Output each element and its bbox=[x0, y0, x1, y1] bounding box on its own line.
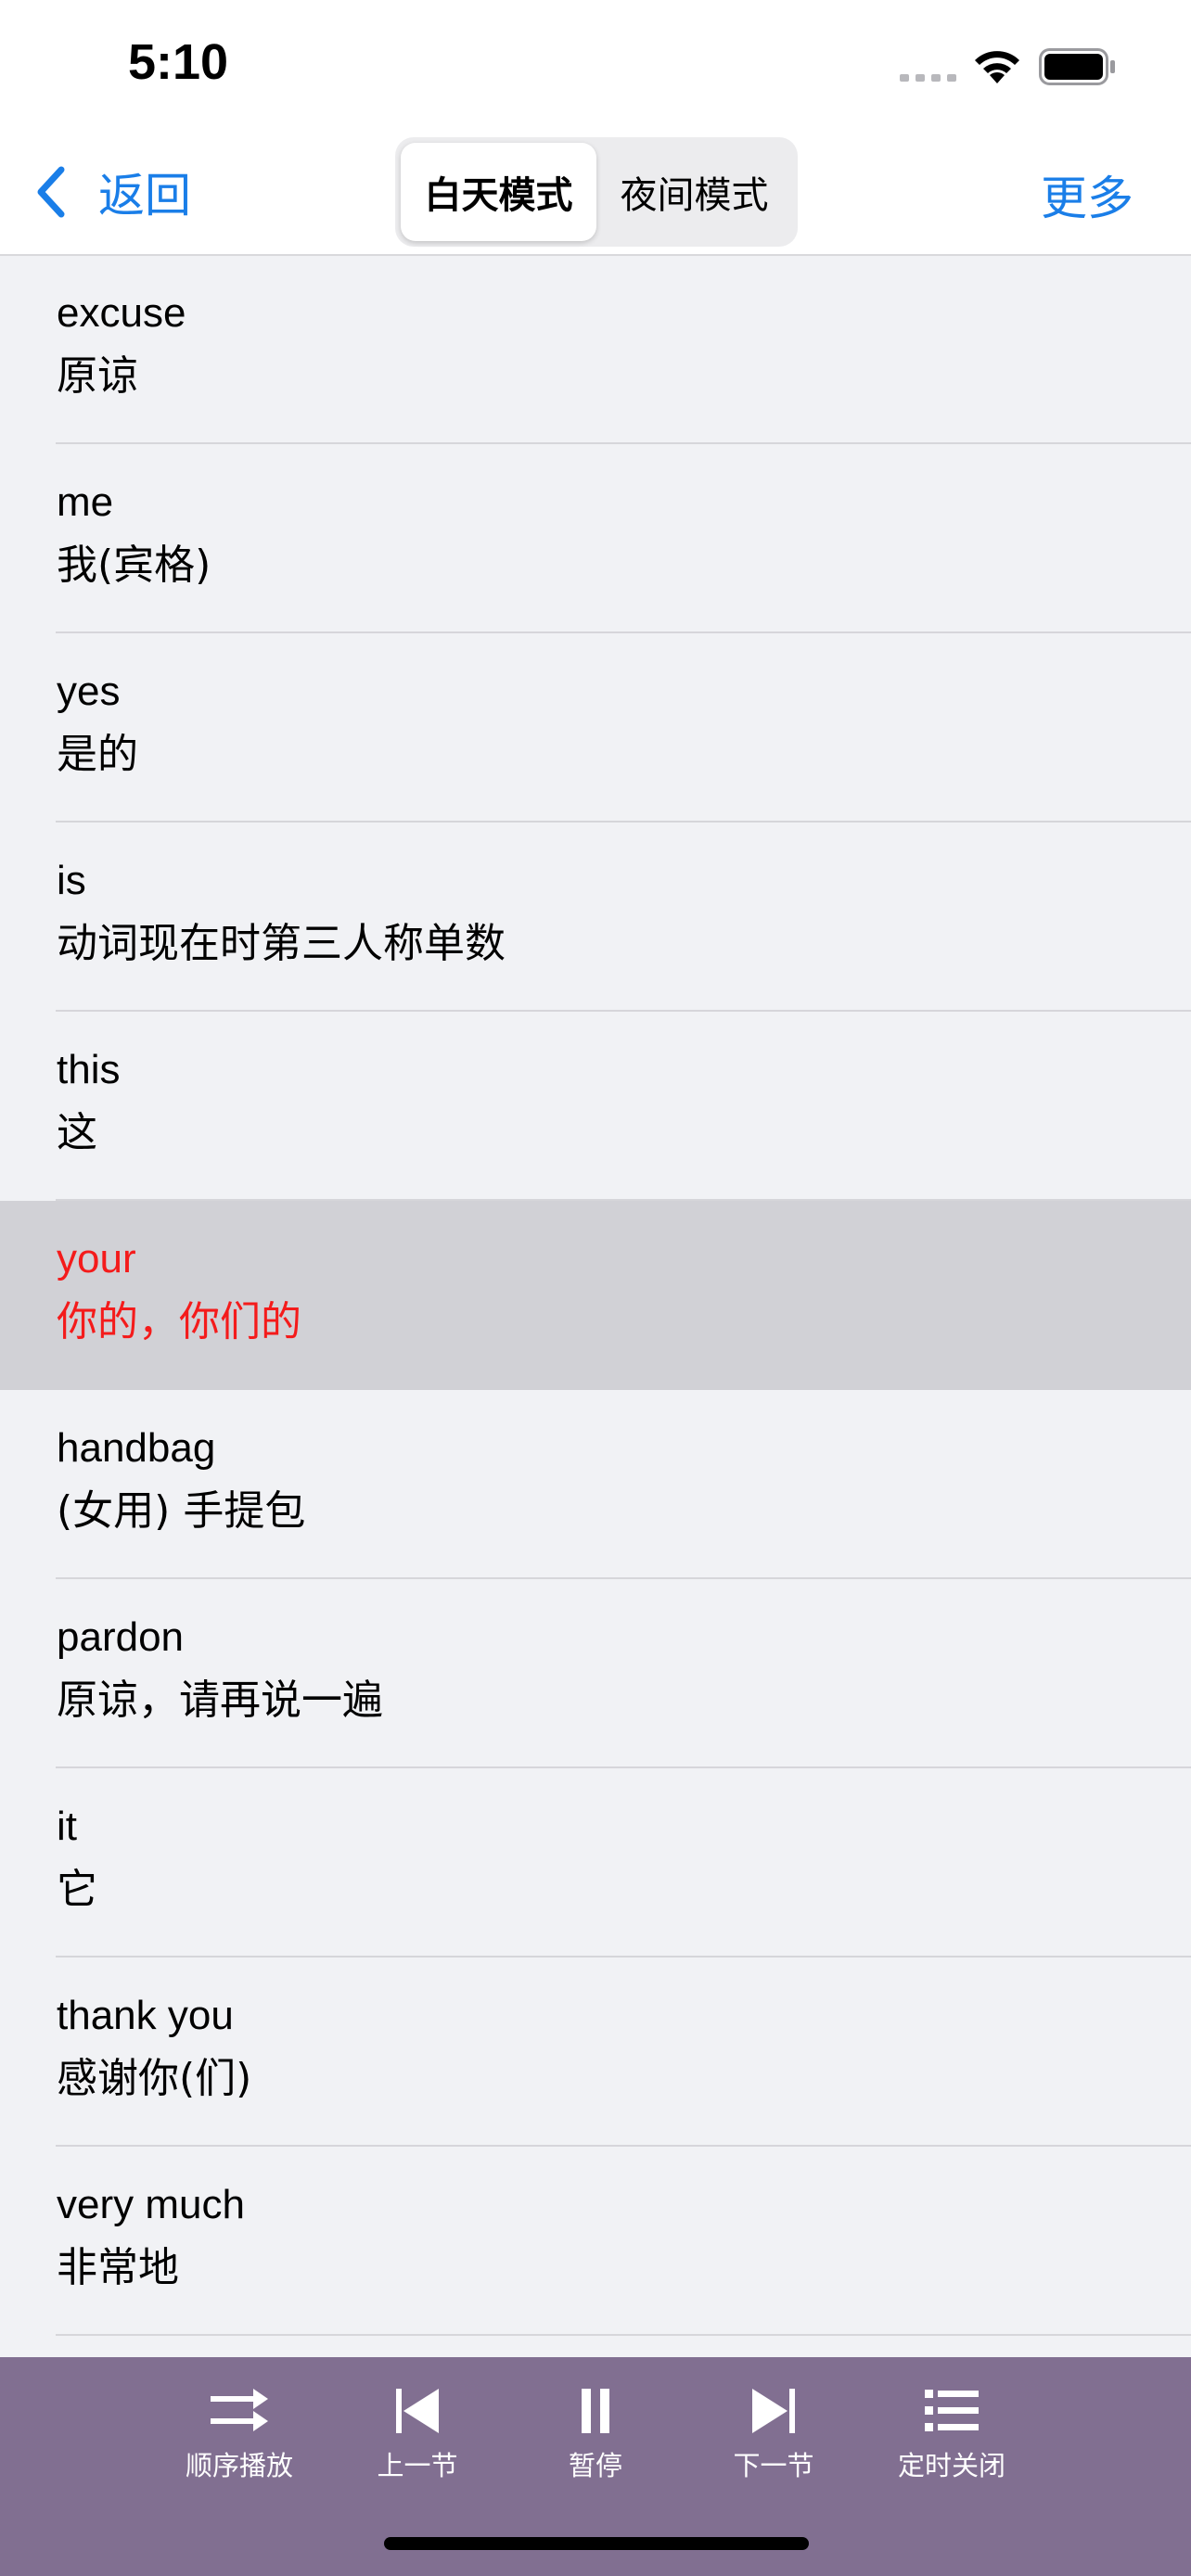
word-english: it bbox=[57, 1804, 77, 1849]
word-chinese: 动词现在时第三人称单数 bbox=[57, 920, 506, 967]
home-indicator bbox=[384, 2537, 809, 2550]
word-english: me bbox=[57, 479, 114, 525]
status-bar: 5:10 bbox=[0, 0, 1191, 130]
word-chinese: 你的，你们的 bbox=[57, 1298, 301, 1345]
navigation-bar: 返回 白天模式 夜间模式 更多 bbox=[0, 130, 1191, 256]
previous-track-icon bbox=[396, 2389, 439, 2433]
status-time: 5:10 bbox=[128, 34, 229, 90]
word-chinese: 原谅 bbox=[57, 352, 138, 400]
timer-off-button[interactable]: 定时关闭 bbox=[877, 2385, 1026, 2487]
timer-off-label: 定时关闭 bbox=[897, 2450, 1005, 2481]
previous-track-button[interactable]: 上一节 bbox=[343, 2385, 492, 2487]
word-english: pardon bbox=[57, 1614, 185, 1660]
next-track-icon bbox=[752, 2389, 795, 2433]
word-chinese: (女用) 手提包 bbox=[57, 1487, 306, 1535]
sequential-play-label: 顺序播放 bbox=[185, 2450, 293, 2481]
back-button[interactable]: 返回 bbox=[33, 161, 191, 223]
word-chinese: 这 bbox=[57, 1109, 97, 1156]
list-item[interactable]: it 它 bbox=[0, 1768, 1191, 1958]
word-english: yes bbox=[57, 669, 121, 714]
list-item[interactable]: pardon 原谅，请再说一遍 bbox=[0, 1579, 1191, 1768]
wifi-icon bbox=[975, 51, 1019, 83]
sequential-play-button[interactable]: 顺序播放 bbox=[165, 2385, 314, 2487]
cellular-signal-icon bbox=[900, 74, 956, 82]
list-item-selected[interactable]: your 你的，你们的 bbox=[0, 1201, 1191, 1390]
display-mode-segmented-control: 白天模式 夜间模式 bbox=[395, 137, 798, 247]
list-item[interactable]: me 我(宾格) bbox=[0, 444, 1191, 633]
word-english: thank you bbox=[57, 1993, 234, 2038]
word-english: very much bbox=[57, 2182, 245, 2227]
word-chinese: 非常地 bbox=[57, 2244, 179, 2291]
list-item[interactable]: is 动词现在时第三人称单数 bbox=[0, 823, 1191, 1012]
pause-label: 暂停 bbox=[568, 2450, 622, 2481]
word-chinese: 感谢你(们) bbox=[57, 2055, 252, 2102]
word-chinese: 它 bbox=[57, 1866, 97, 1913]
word-english: excuse bbox=[57, 290, 186, 336]
word-english: is bbox=[57, 858, 86, 903]
word-english: your bbox=[57, 1236, 136, 1282]
next-track-label: 下一节 bbox=[733, 2450, 814, 2481]
list-item[interactable]: handbag (女用) 手提包 bbox=[0, 1390, 1191, 1579]
next-track-button[interactable]: 下一节 bbox=[699, 2385, 848, 2487]
pause-button[interactable]: 暂停 bbox=[521, 2385, 670, 2487]
sequential-play-icon bbox=[211, 2389, 268, 2431]
chevron-left-icon bbox=[37, 166, 65, 218]
segment-day-mode[interactable]: 白天模式 bbox=[401, 143, 596, 241]
word-chinese: 我(宾格) bbox=[57, 542, 211, 589]
word-english: this bbox=[57, 1047, 121, 1092]
list-item[interactable]: yes 是的 bbox=[0, 633, 1191, 823]
previous-track-label: 上一节 bbox=[377, 2450, 458, 2481]
back-label: 返回 bbox=[98, 169, 191, 223]
timer-list-icon bbox=[925, 2390, 979, 2431]
battery-icon bbox=[1039, 48, 1115, 85]
segment-night-mode[interactable]: 夜间模式 bbox=[596, 143, 792, 241]
word-chinese: 原谅，请再说一遍 bbox=[57, 1677, 383, 1724]
word-chinese: 是的 bbox=[57, 731, 138, 778]
list-item[interactable]: very much 非常地 bbox=[0, 2147, 1191, 2336]
list-item[interactable]: thank you 感谢你(们) bbox=[0, 1958, 1191, 2147]
pause-icon bbox=[582, 2389, 609, 2433]
word-english: handbag bbox=[57, 1425, 216, 1471]
list-item[interactable]: excuse 原谅 bbox=[0, 255, 1191, 444]
screen: 5:10 返回 白天模式 夜间模式 更多 excuse 原谅 me 我(宾格) … bbox=[0, 0, 1191, 2576]
more-button[interactable]: 更多 bbox=[1041, 161, 1133, 228]
list-item[interactable]: this 这 bbox=[0, 1012, 1191, 1201]
word-list: excuse 原谅 me 我(宾格) yes 是的 is 动词现在时第三人称单数… bbox=[0, 255, 1191, 2356]
